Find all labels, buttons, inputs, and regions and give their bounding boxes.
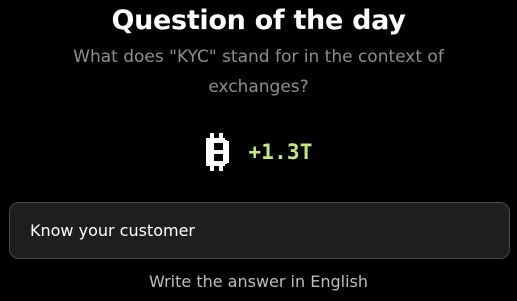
coin-icon (206, 133, 230, 171)
reward-amount: +1.3T (248, 140, 313, 164)
reward: +1.3T (0, 130, 517, 174)
answer-input[interactable] (30, 221, 489, 240)
answer-hint: Write the answer in English (149, 272, 368, 291)
question-text: What does "KYC" stand for in the context… (73, 47, 444, 97)
page-title: Question of the day (111, 5, 406, 36)
answer-field[interactable] (9, 202, 510, 259)
